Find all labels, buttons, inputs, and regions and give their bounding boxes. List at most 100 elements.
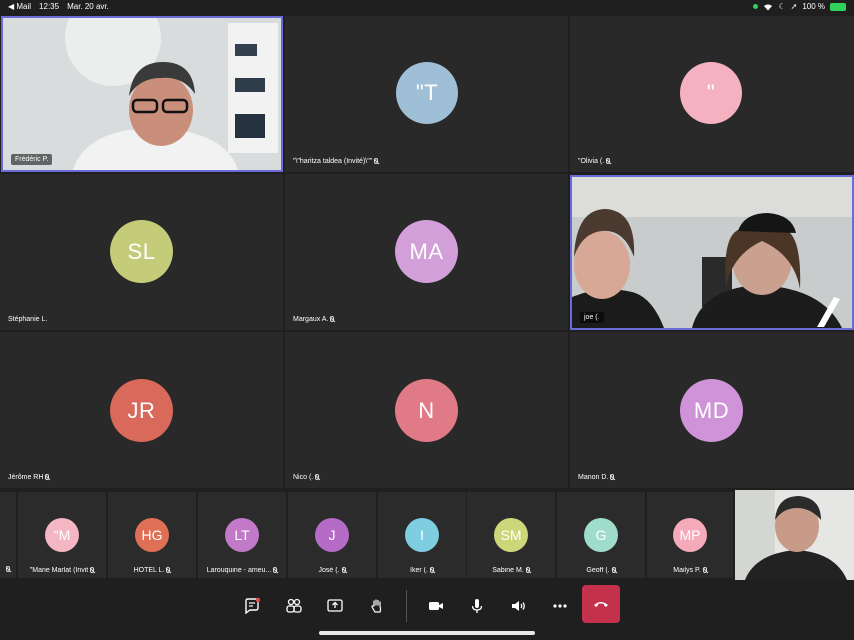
tile-joe[interactable]: joe (. bbox=[570, 175, 854, 330]
status-date: Mar. 20 avr. bbox=[67, 2, 109, 11]
participant-name: Jérôme RH bbox=[8, 474, 50, 481]
strip-tile[interactable]: SM Sabine M. bbox=[467, 492, 555, 578]
home-indicator[interactable] bbox=[319, 631, 535, 635]
tile-stephanie[interactable]: SL Stéphanie L. bbox=[0, 174, 283, 330]
tile-frederic[interactable]: Frédéric P. bbox=[1, 16, 283, 172]
battery-icon bbox=[830, 2, 846, 11]
avatar: " bbox=[680, 62, 742, 124]
participant-name: Mailys P. bbox=[647, 567, 733, 574]
participant-video bbox=[3, 18, 281, 170]
tile-haritza[interactable]: "T "\"haritza taldea (Invité)\"" bbox=[285, 16, 568, 172]
muted-mic-icon bbox=[606, 158, 611, 164]
tile-jerome[interactable]: JR Jérôme RH bbox=[0, 332, 283, 488]
muted-mic-icon bbox=[90, 567, 95, 573]
chat-icon bbox=[245, 597, 261, 615]
muted-mic-icon bbox=[702, 567, 707, 573]
microphone-button[interactable] bbox=[463, 592, 491, 620]
call-toolbar bbox=[0, 584, 854, 624]
avatar: "M bbox=[45, 518, 79, 552]
speaker-button[interactable] bbox=[504, 592, 532, 620]
avatar: "T bbox=[396, 62, 458, 124]
tile-manon[interactable]: MD Manon D. bbox=[570, 332, 854, 488]
strip-tile[interactable]: G Geoff (. bbox=[557, 492, 645, 578]
share-screen-icon bbox=[327, 599, 343, 612]
avatar: HG bbox=[135, 518, 169, 552]
participant-name: Iker (. bbox=[378, 567, 466, 574]
tile-margaux[interactable]: MA Margaux A. bbox=[285, 174, 568, 330]
muted-mic-icon bbox=[45, 474, 50, 480]
microphone-icon bbox=[471, 599, 483, 613]
participants-button[interactable] bbox=[280, 592, 308, 620]
participant-name: "\"haritza taldea (Invité)\"" bbox=[293, 158, 379, 165]
camera-icon bbox=[429, 602, 443, 610]
participant-name: Stéphanie L. bbox=[8, 316, 48, 323]
muted-mic-icon bbox=[330, 316, 335, 322]
participants-icon bbox=[286, 598, 302, 613]
muted-mic-icon bbox=[6, 566, 10, 572]
share-screen-button[interactable] bbox=[321, 592, 349, 620]
participant-name: joe (. bbox=[580, 312, 604, 323]
participant-name: Sabine M. bbox=[467, 567, 555, 574]
self-video bbox=[735, 490, 854, 580]
muted-mic-icon bbox=[611, 567, 616, 573]
wifi-icon bbox=[764, 3, 773, 11]
muted-mic-icon bbox=[525, 567, 530, 573]
avatar: LT bbox=[225, 518, 259, 552]
status-bar: ◀ Mail 12:35 Mar. 20 avr. ☾ ➚ 100 % bbox=[0, 0, 854, 14]
tile-nico[interactable]: N Nico (. bbox=[285, 332, 568, 488]
muted-mic-icon bbox=[315, 474, 320, 480]
more-icon bbox=[553, 604, 567, 608]
toolbar-divider bbox=[406, 590, 407, 622]
tile-olivia[interactable]: " "Olivia (. bbox=[570, 16, 854, 172]
camera-indicator-icon bbox=[753, 4, 759, 9]
avatar: MD bbox=[680, 379, 743, 442]
strip-tile[interactable]: MP Mailys P. bbox=[647, 492, 733, 578]
strip-tile[interactable]: LT Larouquine - ameu... bbox=[198, 492, 286, 578]
participant-name: Margaux A. bbox=[293, 316, 335, 323]
avatar: SL bbox=[110, 220, 173, 283]
avatar: MP bbox=[673, 518, 707, 552]
muted-mic-icon bbox=[273, 567, 278, 573]
status-time: 12:35 bbox=[39, 2, 60, 11]
moon-icon: ☾ bbox=[778, 2, 786, 11]
speaker-icon bbox=[512, 601, 525, 611]
self-view-video[interactable] bbox=[735, 490, 854, 580]
chat-button[interactable] bbox=[238, 592, 266, 620]
muted-mic-icon bbox=[166, 567, 171, 573]
avatar: MA bbox=[395, 220, 458, 283]
muted-mic-icon bbox=[610, 474, 615, 480]
muted-mic-icon bbox=[429, 567, 434, 573]
hang-up-button[interactable] bbox=[582, 585, 620, 623]
strip-tile[interactable]: I Iker (. bbox=[378, 492, 466, 578]
strip-tile[interactable]: HG HOTEL L. bbox=[108, 492, 196, 578]
participant-video bbox=[572, 177, 852, 328]
raise-hand-button[interactable] bbox=[363, 592, 391, 620]
avatar: N bbox=[395, 379, 458, 442]
strip-tile-partial[interactable] bbox=[0, 492, 16, 578]
avatar: SM bbox=[494, 518, 528, 552]
strip-tile[interactable]: "M "Marie Marlat (Invit bbox=[18, 492, 106, 578]
participant-name: "Olivia (. bbox=[578, 158, 611, 165]
participant-name: Nico (. bbox=[293, 474, 320, 481]
avatar: G bbox=[584, 518, 618, 552]
participant-name: Frédéric P. bbox=[11, 154, 53, 165]
more-options-button[interactable] bbox=[546, 592, 574, 620]
avatar: JR bbox=[110, 379, 173, 442]
location-icon: ➚ bbox=[790, 2, 798, 11]
participant-name: Larouquine - ameu... bbox=[198, 567, 286, 574]
battery-percent: 100 % bbox=[802, 2, 825, 11]
hang-up-icon bbox=[594, 602, 608, 607]
raise-hand-icon bbox=[371, 599, 382, 613]
muted-mic-icon bbox=[374, 158, 379, 164]
avatar: I bbox=[405, 518, 439, 552]
participant-name: Geoff (. bbox=[557, 567, 645, 574]
avatar: J bbox=[315, 518, 349, 552]
camera-button[interactable] bbox=[422, 592, 450, 620]
strip-tile[interactable]: J José (. bbox=[288, 492, 376, 578]
participant-name: José (. bbox=[288, 567, 376, 574]
participant-name: Manon D. bbox=[578, 474, 615, 481]
back-to-mail[interactable]: ◀ Mail bbox=[8, 2, 31, 11]
participant-name: "Marie Marlat (Invit bbox=[18, 567, 106, 574]
participant-name: HOTEL L. bbox=[108, 567, 196, 574]
muted-mic-icon bbox=[341, 567, 346, 573]
